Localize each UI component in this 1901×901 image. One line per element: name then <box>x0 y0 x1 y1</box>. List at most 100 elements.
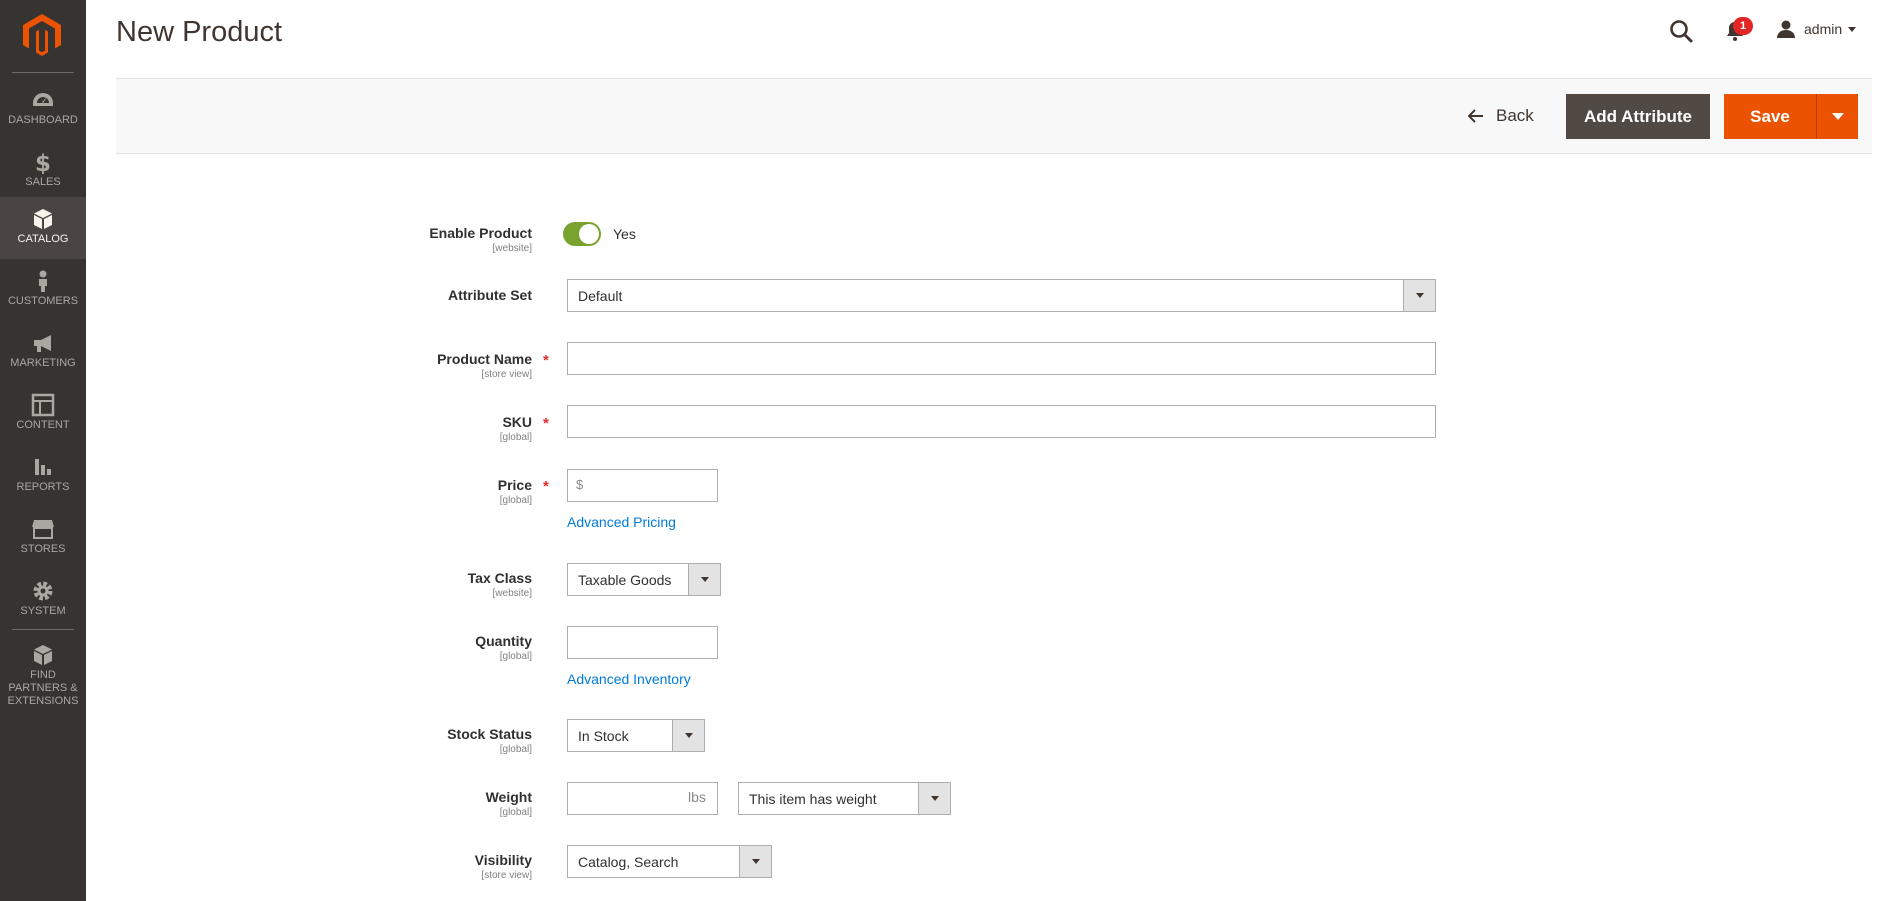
select-value: Taxable Goods <box>578 572 672 588</box>
sku-input[interactable] <box>567 405 1436 438</box>
field-scope: [store view] <box>481 369 532 380</box>
field-scope: [global] <box>499 432 532 443</box>
field-label: Tax Class <box>467 570 532 586</box>
attribute-set-label-group: Attribute Set <box>448 287 532 303</box>
required-marker: * <box>543 415 549 432</box>
sidebar-item-label: REPORTS <box>16 481 70 493</box>
visibility-select[interactable]: Catalog, Search <box>567 845 772 878</box>
select-value: In Stock <box>578 728 629 744</box>
toggle-knob <box>579 224 599 244</box>
admin-sidebar: DASHBOARD $ SALES CATALOG CUSTOMERS MARK… <box>0 0 86 901</box>
chevron-down-icon <box>685 733 693 738</box>
content-layout-icon <box>31 393 55 417</box>
chevron-down-icon <box>931 796 939 801</box>
customer-person-icon <box>39 270 47 292</box>
sidebar-item-label: SYSTEM <box>20 605 66 617</box>
enable-product-value: Yes <box>613 226 636 242</box>
chevron-down-icon <box>1416 293 1424 298</box>
user-account-menu[interactable]: admin <box>1776 17 1857 41</box>
catalog-box-icon <box>34 209 52 229</box>
select-value: Catalog, Search <box>578 854 679 870</box>
save-button[interactable]: Save <box>1724 94 1816 139</box>
field-label: Weight <box>485 789 532 805</box>
field-scope: [website] <box>492 588 532 599</box>
sidebar-item-reports[interactable]: REPORTS <box>0 445 86 507</box>
field-scope: [global] <box>499 744 532 755</box>
field-label: Price <box>497 477 532 493</box>
sidebar-item-system[interactable]: SYSTEM <box>0 569 86 631</box>
dashboard-icon <box>33 93 53 106</box>
search-icon[interactable] <box>1668 18 1694 44</box>
stock-status-select[interactable]: In Stock <box>567 719 705 752</box>
select-value: This item has weight <box>749 791 877 807</box>
sidebar-divider <box>12 629 74 630</box>
field-label: Quantity <box>475 633 532 649</box>
currency-symbol: $ <box>576 477 584 492</box>
gear-icon <box>33 581 53 601</box>
field-scope: [website] <box>492 243 532 254</box>
sidebar-item-label: CATALOG <box>17 233 69 245</box>
chevron-down-icon <box>701 577 709 582</box>
enable-product-toggle[interactable] <box>563 222 601 246</box>
attribute-set-select[interactable]: Default <box>567 279 1436 312</box>
chevron-down-icon <box>752 859 760 864</box>
sidebar-item-label: FIND PARTNERS & EXTENSIONS <box>7 669 79 707</box>
select-arrow <box>739 846 771 877</box>
required-marker: * <box>543 352 549 369</box>
field-label: SKU <box>502 414 532 430</box>
enable-product-label-group: Enable Product [website] <box>429 225 532 254</box>
save-options-toggle[interactable] <box>1816 94 1858 139</box>
weight-unit: lbs <box>688 789 706 805</box>
add-attribute-button[interactable]: Add Attribute <box>1566 94 1710 139</box>
sidebar-item-dashboard[interactable]: DASHBOARD <box>0 78 86 140</box>
storefront-icon <box>32 520 54 539</box>
svg-text:$: $ <box>35 151 51 174</box>
back-button[interactable]: Back <box>1468 94 1534 138</box>
magento-logo-icon[interactable] <box>23 14 61 56</box>
sidebar-item-stores[interactable]: STORES <box>0 507 86 569</box>
weight-label-group: Weight [global] <box>486 789 532 818</box>
sidebar-item-label: DASHBOARD <box>8 114 78 126</box>
field-scope: [global] <box>499 495 532 506</box>
chevron-down-icon <box>1848 26 1857 32</box>
price-input[interactable] <box>567 469 718 502</box>
user-icon <box>1777 20 1795 38</box>
quantity-input[interactable] <box>567 626 718 659</box>
sidebar-item-catalog[interactable]: CATALOG <box>0 197 86 259</box>
sidebar-item-label: STORES <box>20 543 66 555</box>
sku-label-group: SKU [global] <box>500 414 532 443</box>
field-label: Product Name <box>437 351 532 367</box>
field-label: Attribute Set <box>448 287 532 303</box>
select-arrow <box>918 783 950 814</box>
product-has-weight-select[interactable]: This item has weight <box>738 782 951 815</box>
sidebar-item-label: SALES <box>25 176 61 188</box>
product-name-label-group: Product Name [store view] <box>437 351 532 380</box>
select-arrow <box>672 720 704 751</box>
product-name-input[interactable] <box>567 342 1436 375</box>
field-label: Enable Product <box>429 225 532 241</box>
page-title: New Product <box>116 16 283 48</box>
sidebar-item-sales[interactable]: $ SALES <box>0 140 86 202</box>
sidebar-divider <box>12 72 74 73</box>
price-label-group: Price [global] <box>498 477 532 506</box>
sidebar-item-find-partners[interactable]: FIND PARTNERS & EXTENSIONS <box>0 633 86 707</box>
tax-class-select[interactable]: Taxable Goods <box>567 563 721 596</box>
sidebar-item-marketing[interactable]: MARKETING <box>0 321 86 383</box>
field-scope: [global] <box>499 807 532 818</box>
sidebar-item-content[interactable]: CONTENT <box>0 383 86 445</box>
select-arrow <box>688 564 720 595</box>
notification-count-badge[interactable]: 1 <box>1733 17 1753 35</box>
tax-class-label-group: Tax Class [website] <box>468 570 532 599</box>
select-value: Default <box>578 288 623 304</box>
field-label: Visibility <box>474 852 532 868</box>
sidebar-item-label: CONTENT <box>16 419 70 431</box>
field-scope: [store view] <box>481 870 532 881</box>
quantity-label-group: Quantity [global] <box>475 633 532 662</box>
stock-status-label-group: Stock Status [global] <box>447 726 532 755</box>
advanced-inventory-link[interactable]: Advanced Inventory <box>567 671 691 687</box>
advanced-pricing-link[interactable]: Advanced Pricing <box>567 514 676 530</box>
field-scope: [global] <box>499 651 532 662</box>
sidebar-item-customers[interactable]: CUSTOMERS <box>0 259 86 321</box>
bar-chart-icon <box>35 459 51 475</box>
back-button-label: Back <box>1496 106 1534 125</box>
